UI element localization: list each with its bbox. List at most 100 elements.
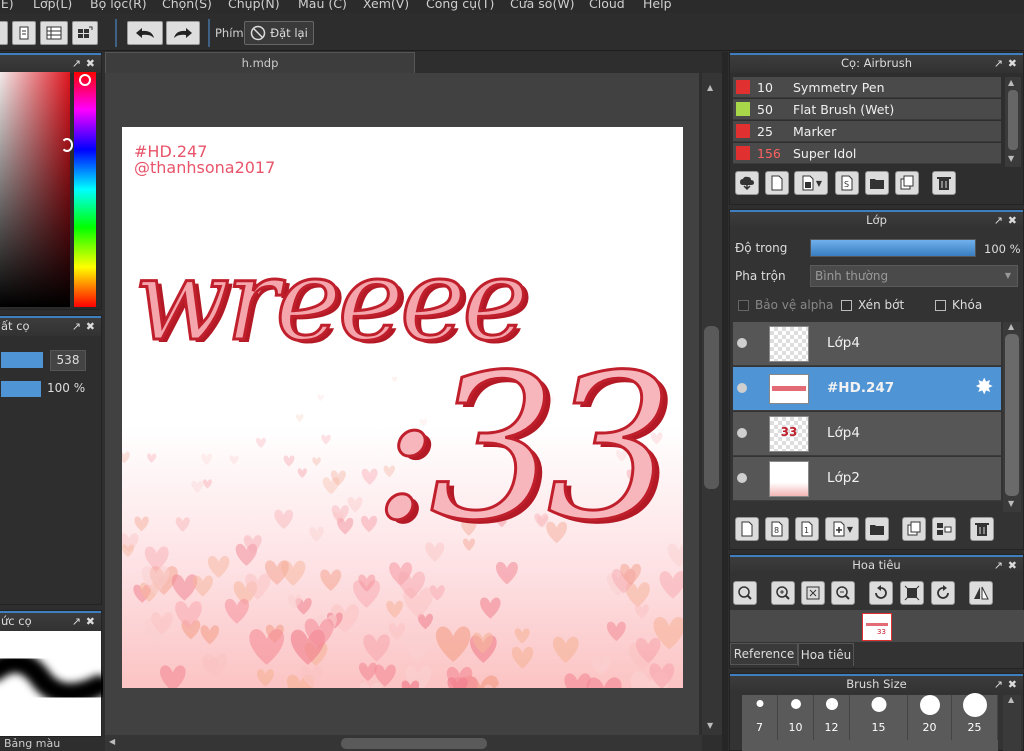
scroll-up-arrow-icon[interactable]: ▲: [1008, 695, 1014, 704]
hue-slider-handle[interactable]: [79, 74, 91, 86]
visibility-icon[interactable]: [737, 473, 747, 483]
clipping-option[interactable]: Xén bớt: [841, 298, 904, 312]
add-layer-dropdown-icon[interactable]: ▼: [825, 517, 859, 541]
menu-view[interactable]: Xem(V): [363, 0, 409, 11]
opacity-slider[interactable]: [1, 381, 41, 397]
visibility-icon[interactable]: [737, 383, 747, 393]
redo-button[interactable]: [166, 21, 200, 45]
document-canvas[interactable]: #HD.247 @thanhsona2017 wreeee :33: [122, 127, 683, 688]
color-picker-cursor[interactable]: [61, 138, 73, 152]
brush-settings-file-icon[interactable]: S: [835, 171, 859, 195]
tab-reference[interactable]: Reference: [730, 643, 798, 665]
layer-row[interactable]: Lớp4: [733, 322, 1001, 366]
brush-item[interactable]: 10 Symmetry Pen: [733, 77, 1001, 98]
grid-list-icon[interactable]: [40, 21, 68, 45]
visibility-icon[interactable]: [737, 428, 747, 438]
menu-color[interactable]: Màu (C): [298, 0, 347, 11]
splitter[interactable]: [722, 52, 728, 751]
navigator-thumbnail[interactable]: 33: [862, 613, 892, 641]
hue-slider[interactable]: [74, 72, 96, 307]
close-icon[interactable]: ✖: [1008, 214, 1017, 227]
delete-layer-icon[interactable]: [970, 517, 994, 541]
scroll-left-arrow-icon[interactable]: ◀: [109, 737, 115, 746]
scroll-up-arrow-icon[interactable]: ▲: [1008, 322, 1014, 331]
tiles-icon[interactable]: [72, 21, 98, 45]
cloud-download-icon[interactable]: [735, 171, 759, 195]
close-icon[interactable]: ✖: [86, 57, 95, 70]
size-slider[interactable]: [1, 352, 43, 368]
close-icon[interactable]: ✖: [86, 615, 95, 628]
document-tab[interactable]: h.mdp: [105, 52, 415, 73]
reset-view-icon[interactable]: [900, 581, 924, 605]
menu-filter[interactable]: Bộ lọc(R): [90, 0, 147, 11]
duplicate-layer-icon[interactable]: [902, 517, 926, 541]
layer-opacity-slider[interactable]: [810, 239, 976, 257]
menu-select[interactable]: Chọn(S): [162, 0, 212, 11]
delete-brush-icon[interactable]: [932, 171, 956, 195]
protect-alpha-checkbox[interactable]: [738, 300, 749, 311]
folder-icon[interactable]: [865, 171, 889, 195]
canvas-horizontal-scrollbar[interactable]: ◀: [105, 735, 702, 751]
brush-type-dropdown-icon[interactable]: ▼: [794, 171, 828, 195]
scroll-down-arrow-icon[interactable]: ▼: [1008, 499, 1014, 508]
protect-alpha-option[interactable]: Bảo vệ alpha: [738, 298, 833, 312]
brush-item[interactable]: 25 Marker: [733, 121, 1001, 142]
layer-list-scrollbar[interactable]: ▲ ▼: [1003, 322, 1021, 512]
size-value[interactable]: 538: [50, 350, 86, 371]
close-icon[interactable]: ✖: [1008, 559, 1017, 572]
new-halftone-layer-icon[interactable]: 8: [765, 517, 789, 541]
menu-help[interactable]: Help: [643, 0, 672, 11]
zoom-fit-icon[interactable]: [733, 581, 757, 605]
menu-edit[interactable]: (E): [0, 0, 14, 11]
lock-option[interactable]: Khóa: [935, 298, 982, 312]
float-icon[interactable]: ↗: [72, 320, 81, 333]
toolbar-button[interactable]: [0, 21, 8, 45]
new-brush-icon[interactable]: [765, 171, 789, 195]
scroll-down-arrow-icon[interactable]: ▼: [707, 721, 713, 730]
layer-row-selected[interactable]: #HD.247 ✸: [733, 367, 1001, 411]
undo-button[interactable]: [127, 21, 163, 45]
duplicate-brush-icon[interactable]: [895, 171, 919, 195]
merge-layer-icon[interactable]: [932, 517, 956, 541]
scroll-down-arrow-icon[interactable]: ▼: [1008, 154, 1014, 163]
scroll-up-arrow-icon[interactable]: ▲: [707, 83, 713, 92]
rotate-right-icon[interactable]: [931, 581, 955, 605]
scroll-thumb[interactable]: [1008, 90, 1018, 150]
scroll-up-arrow-icon[interactable]: ▲: [1008, 78, 1014, 87]
navigator-preview[interactable]: 33: [730, 610, 1024, 642]
clipping-checkbox[interactable]: [841, 300, 852, 311]
float-icon[interactable]: ↗: [994, 559, 1003, 572]
gear-icon[interactable]: ✸: [975, 375, 993, 401]
new-1bit-layer-icon[interactable]: 1: [795, 517, 819, 541]
folder-icon[interactable]: [865, 517, 889, 541]
saturation-value-field[interactable]: [0, 72, 70, 307]
close-icon[interactable]: ✖: [1008, 678, 1017, 691]
menu-tools[interactable]: Công cụ(T): [426, 0, 494, 11]
blend-mode-select[interactable]: Bình thường ▼: [810, 265, 1018, 287]
float-icon[interactable]: ↗: [994, 214, 1003, 227]
reset-button[interactable]: Đặt lại: [244, 21, 314, 45]
lock-checkbox[interactable]: [935, 300, 946, 311]
document-icon[interactable]: [12, 21, 36, 45]
zoom-in-icon[interactable]: [771, 581, 795, 605]
menu-cloud[interactable]: Cloud: [589, 0, 625, 11]
new-layer-icon[interactable]: [735, 517, 759, 541]
close-icon[interactable]: ✖: [1008, 57, 1017, 70]
zoom-out-icon[interactable]: [831, 581, 855, 605]
float-icon[interactable]: ↗: [994, 678, 1003, 691]
brush-item[interactable]: 50 Flat Brush (Wet): [733, 99, 1001, 120]
flip-horizontal-icon[interactable]: [969, 581, 993, 605]
brush-list-scrollbar[interactable]: ▲ ▼: [1005, 77, 1021, 167]
brush-size-scrollbar[interactable]: ▲: [1003, 695, 1021, 751]
scroll-thumb[interactable]: [704, 326, 719, 489]
brush-size-row-2[interactable]: [742, 740, 998, 751]
brush-item[interactable]: 156 Super Idol: [733, 143, 1001, 164]
scroll-thumb[interactable]: [341, 738, 487, 749]
float-icon[interactable]: ↗: [994, 57, 1003, 70]
layer-row[interactable]: 33 Lớp4: [733, 412, 1001, 456]
close-icon[interactable]: ✖: [86, 320, 95, 333]
menu-layer[interactable]: Lớp(L): [33, 0, 72, 11]
menu-capture[interactable]: Chụp(N): [228, 0, 280, 11]
palette-tab[interactable]: Bảng màu: [0, 737, 104, 751]
canvas-vertical-scrollbar[interactable]: ▲ ▼: [702, 73, 722, 735]
